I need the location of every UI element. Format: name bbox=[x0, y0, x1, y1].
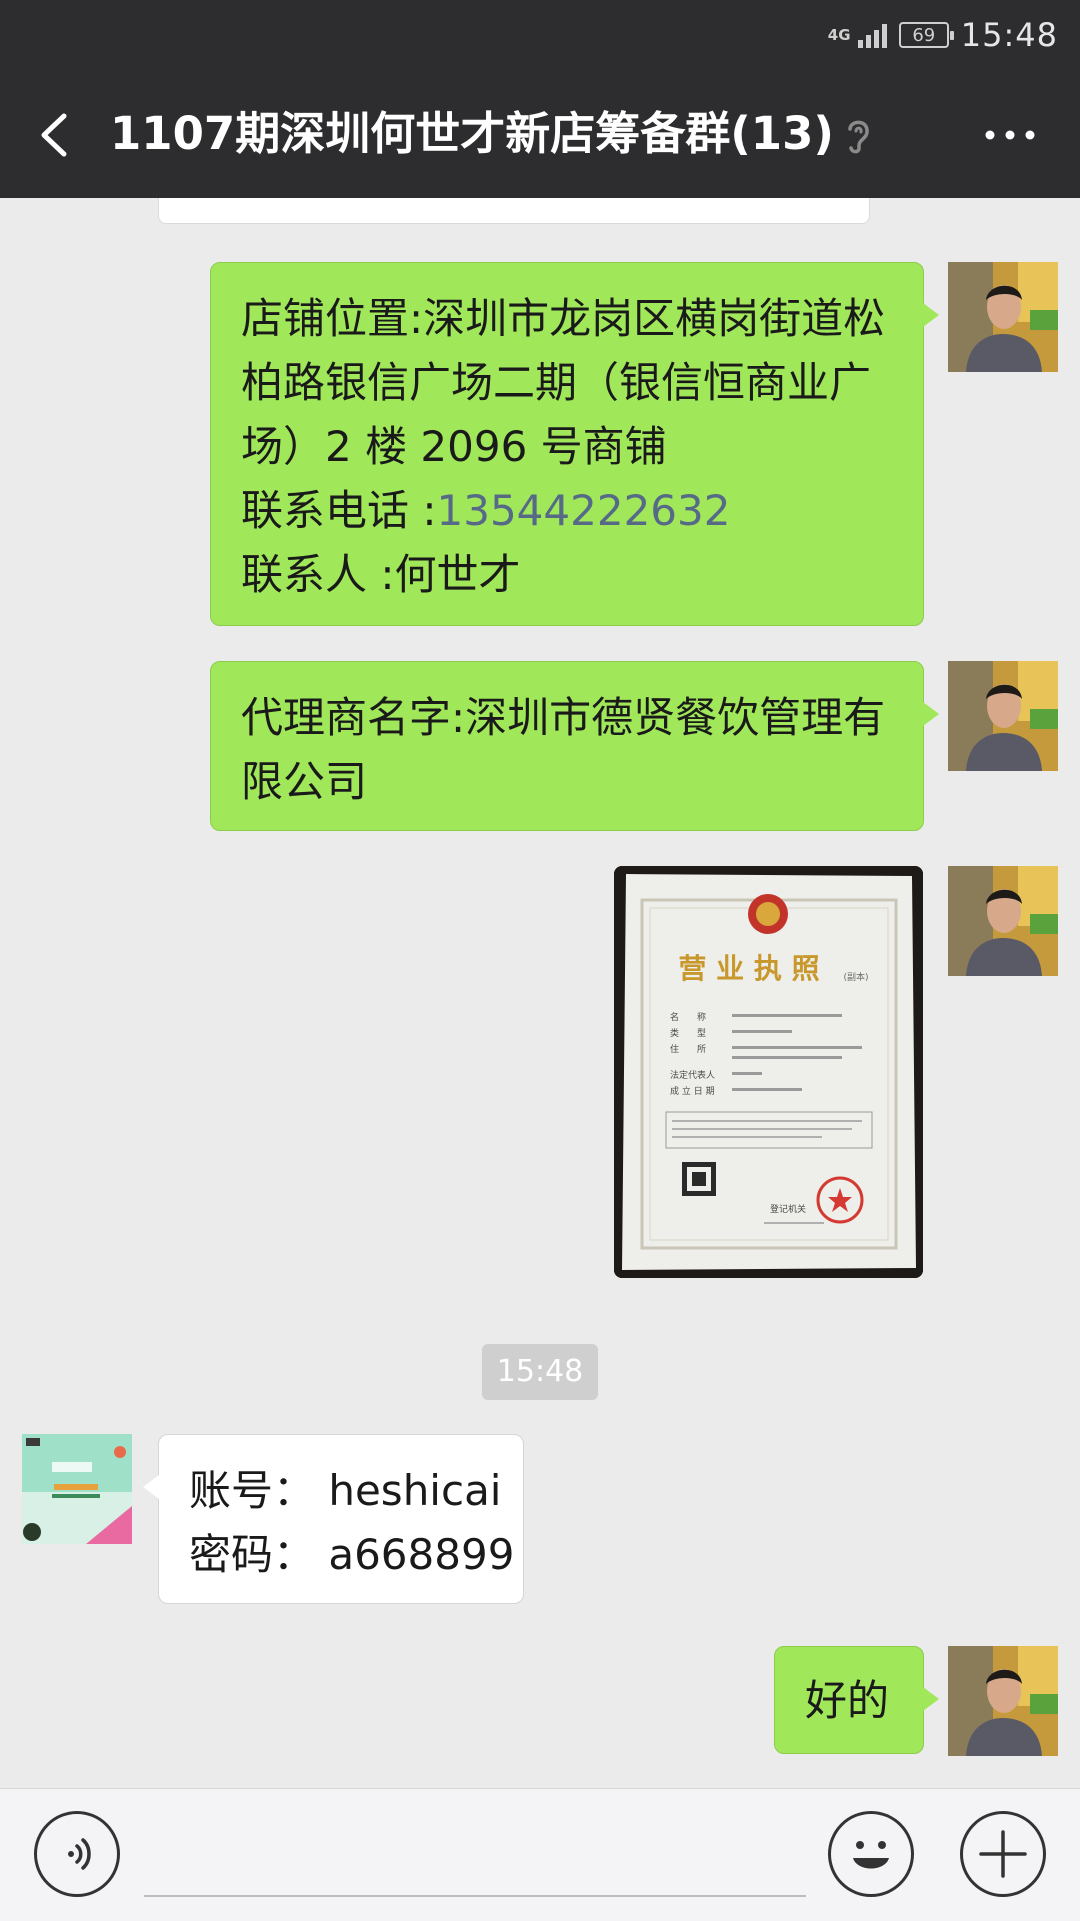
message-bubble-store-location[interactable]: 店铺位置:深圳市龙岗区横岗街道松 柏路银信广场二期（银信恒商业广 场）2 楼 2… bbox=[210, 262, 939, 626]
message-text: 柏路银信广场二期（银信恒商业广 bbox=[241, 358, 872, 407]
previous-message-card[interactable] bbox=[158, 198, 870, 224]
license-field-representative: 法定代表人 bbox=[670, 1069, 715, 1081]
avatar-self[interactable] bbox=[948, 1646, 1058, 1756]
message-text: 场）2 楼 2096 号商铺 bbox=[241, 422, 667, 471]
image-message-business-license[interactable]: 营 业 执 照 (副本) 名 称 类 型 住 所 法定代表人 成 立 日 期 登… bbox=[614, 866, 923, 1278]
message-text: 联系电话 :13544222632 bbox=[241, 479, 893, 543]
chat-messages[interactable]: 店铺位置:深圳市龙岗区横岗街道松 柏路银信广场二期（银信恒商业广 场）2 楼 2… bbox=[0, 198, 1080, 1788]
chevron-left-icon bbox=[41, 113, 67, 157]
ear-icon bbox=[840, 115, 876, 157]
battery-level: 69 bbox=[912, 24, 936, 46]
message-text: 密码： a668899 bbox=[189, 1530, 515, 1579]
emoji-icon bbox=[853, 1841, 889, 1869]
avatar-self[interactable] bbox=[948, 661, 1058, 771]
message-text: 账号： heshicai bbox=[189, 1466, 502, 1515]
chat-title: 1107期深圳何世才新店筹备群(13) bbox=[110, 107, 834, 160]
more-button[interactable] bbox=[980, 110, 1040, 160]
license-subtitle: (副本) bbox=[843, 971, 868, 983]
phone-label: 联系电话 : bbox=[241, 486, 437, 535]
signal-icon bbox=[857, 22, 887, 48]
network-type: 4G bbox=[827, 25, 851, 44]
license-field-name: 名 称 bbox=[670, 1011, 706, 1023]
message-text: 限公司 bbox=[241, 757, 368, 806]
voice-button[interactable] bbox=[34, 1811, 120, 1897]
avatar-self[interactable] bbox=[948, 866, 1058, 976]
business-license-image: 营 业 执 照 (副本) 名 称 类 型 住 所 法定代表人 成 立 日 期 登… bbox=[614, 866, 923, 1278]
status-indicators: 4G 69 15:48 bbox=[828, 10, 1058, 60]
status-bar: 4G 69 15:48 bbox=[0, 0, 1080, 70]
license-field-date: 成 立 日 期 bbox=[670, 1085, 715, 1097]
voice-icon bbox=[68, 1838, 91, 1870]
avatar-other[interactable] bbox=[22, 1434, 132, 1544]
message-input[interactable] bbox=[144, 1809, 806, 1897]
more-dots-icon bbox=[985, 130, 1035, 140]
phone-link[interactable]: 13544222632 bbox=[437, 486, 731, 535]
license-title: 营 业 执 照 bbox=[678, 952, 819, 985]
message-text: 好的 bbox=[805, 1676, 890, 1725]
license-field-type: 类 型 bbox=[670, 1027, 706, 1039]
plus-icon bbox=[979, 1830, 1027, 1878]
license-authority: 登记机关 bbox=[770, 1203, 806, 1215]
timestamp-divider: 15:48 bbox=[482, 1344, 598, 1400]
back-button[interactable] bbox=[30, 100, 90, 170]
message-text: 代理商名字:深圳市德贤餐饮管理有 bbox=[241, 693, 886, 742]
license-field-address: 住 所 bbox=[670, 1043, 706, 1055]
message-bubble-ok[interactable]: 好的 bbox=[774, 1646, 939, 1754]
status-time: 15:48 bbox=[960, 16, 1058, 54]
more-functions-button[interactable] bbox=[960, 1811, 1046, 1897]
message-text: 店铺位置:深圳市龙岗区横岗街道松 bbox=[241, 294, 886, 343]
message-bubble-agent-name[interactable]: 代理商名字:深圳市德贤餐饮管理有 限公司 bbox=[210, 661, 939, 831]
avatar-self[interactable] bbox=[948, 262, 1058, 372]
emoji-button[interactable] bbox=[828, 1811, 914, 1897]
chat-header: 1107期深圳何世才新店筹备群(13) bbox=[0, 70, 1080, 198]
message-bubble-account-info[interactable]: 账号： heshicai 密码： a668899 bbox=[143, 1434, 524, 1604]
message-text: 联系人 :何世才 bbox=[241, 550, 521, 599]
battery-icon: 69 bbox=[898, 22, 954, 48]
input-bar bbox=[0, 1788, 1080, 1921]
